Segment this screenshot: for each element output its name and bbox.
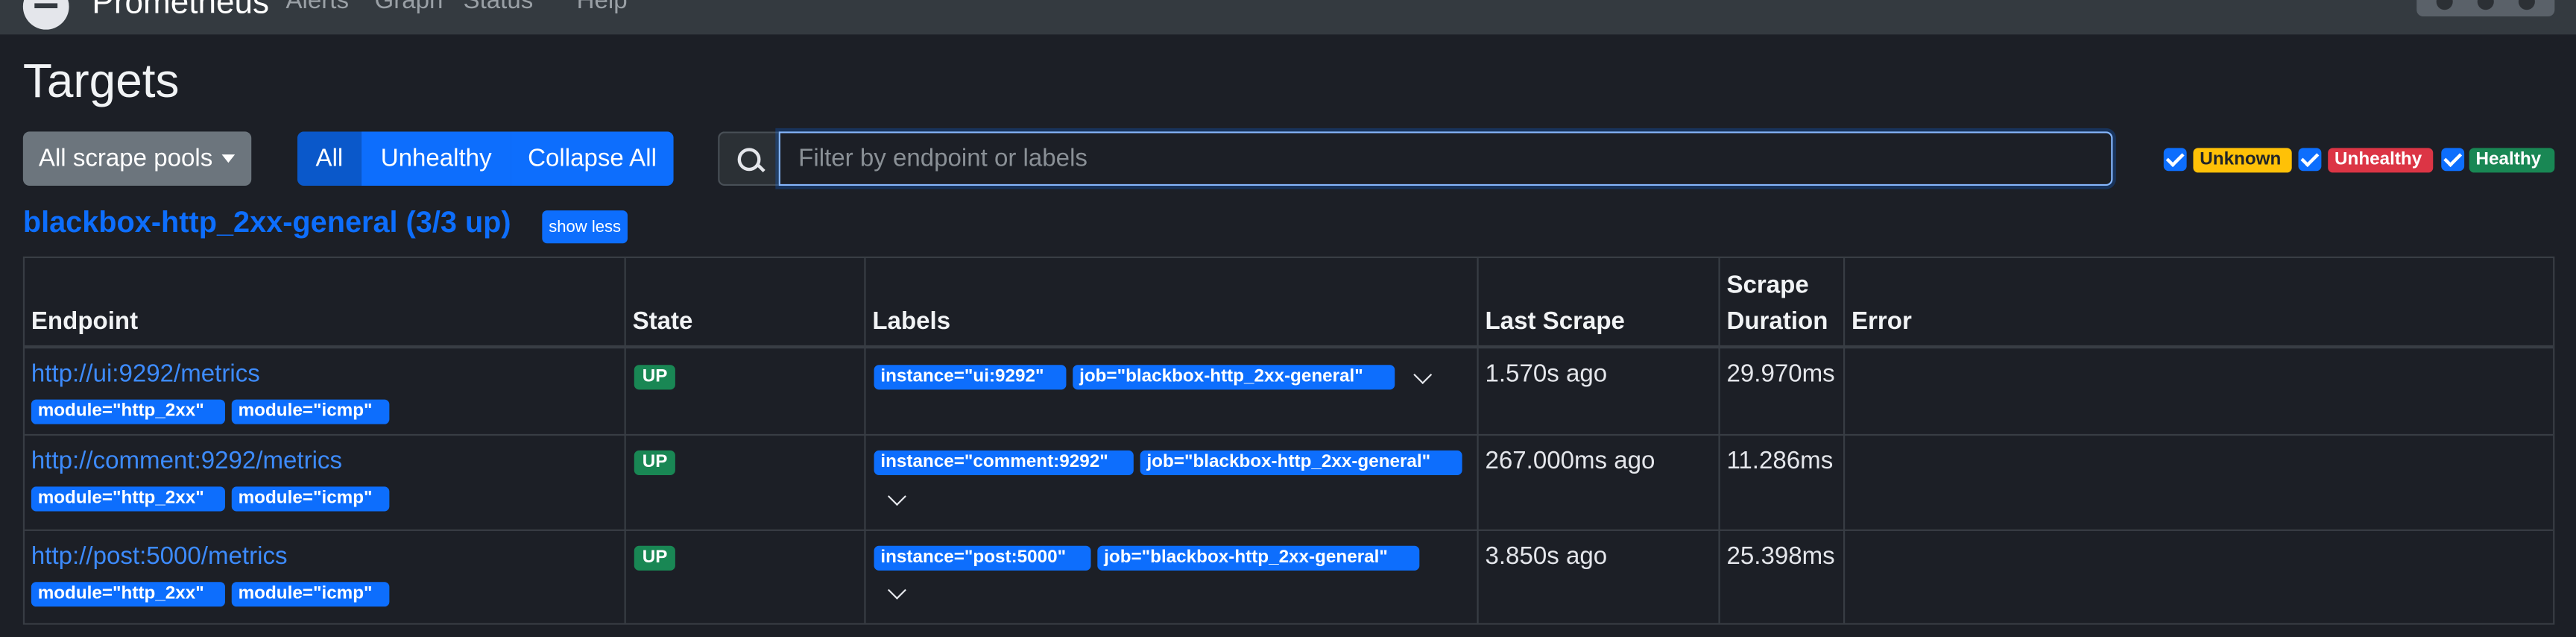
label-badge: job="blackbox-http_2xx-general": [1097, 545, 1420, 571]
param-badge: module="icmp": [231, 582, 390, 607]
healthy-badge: Healthy: [2469, 148, 2555, 173]
header-error: Error: [1852, 307, 1912, 336]
filter-all-button[interactable]: All: [297, 131, 362, 186]
scrape-pools-dropdown[interactable]: All scrape pools: [22, 131, 252, 186]
param-badge: module="http_2xx": [31, 582, 225, 607]
dark-theme-icon[interactable]: [2477, 0, 2494, 10]
scrape-duration-value: 29.970ms: [1726, 360, 1835, 389]
state-badge: UP: [634, 365, 676, 390]
param-badge: module="icmp": [231, 399, 390, 424]
show-less-button[interactable]: show less: [542, 210, 628, 244]
search-button[interactable]: [718, 131, 779, 186]
label-badge: instance="post:5000": [874, 545, 1091, 571]
navbar: Prometheus Alerts Graph Status Help: [0, 0, 2576, 35]
healthy-checkbox[interactable]: [2441, 148, 2465, 172]
last-scrape-value: 267.000ms ago: [1485, 447, 1655, 475]
auto-theme-icon[interactable]: [2518, 0, 2535, 10]
scrape-duration-value: 25.398ms: [1726, 542, 1835, 571]
header-state: State: [632, 307, 693, 336]
filter-unhealthy-button[interactable]: Unhealthy: [361, 131, 511, 186]
search-icon: [737, 148, 761, 172]
param-badge: module="http_2xx": [31, 399, 225, 424]
nav-alerts[interactable]: Alerts: [286, 0, 350, 15]
nav-graph[interactable]: Graph: [375, 0, 443, 15]
endpoint-link[interactable]: http://ui:9292/metrics: [31, 360, 260, 388]
nav-help[interactable]: Help: [577, 0, 628, 15]
label-badge: instance="comment:9292": [874, 450, 1134, 475]
param-badge: module="http_2xx": [31, 486, 225, 512]
page-title: Targets: [22, 55, 180, 109]
label-badge: job="blackbox-http_2xx-general": [1073, 365, 1395, 390]
chevron-down-icon[interactable]: [1413, 365, 1433, 384]
unknown-checkbox[interactable]: [2163, 148, 2187, 172]
scrape-pool-title-link[interactable]: blackbox-http_2xx-general (3/3 up): [23, 206, 511, 240]
header-scrape-duration-line1: Scrape: [1726, 271, 1809, 300]
endpoint-link[interactable]: http://post:5000/metrics: [31, 542, 288, 570]
param-badge: module="icmp": [231, 486, 390, 512]
caret-down-icon: [222, 154, 236, 163]
light-theme-icon[interactable]: [2436, 0, 2453, 10]
nav-status[interactable]: Status: [464, 0, 534, 15]
endpoint-link[interactable]: http://comment:9292/metrics: [31, 448, 342, 475]
scrape-pools-label: All scrape pools: [38, 144, 213, 173]
prometheus-logo-icon[interactable]: [22, 0, 69, 30]
state-badge: UP: [634, 450, 676, 475]
chevron-down-icon[interactable]: [887, 580, 906, 600]
theme-toggle-group[interactable]: [2416, 0, 2555, 17]
header-last-scrape: Last Scrape: [1485, 307, 1625, 336]
unhealthy-checkbox[interactable]: [2298, 148, 2322, 172]
unhealthy-badge: Unhealthy: [2328, 148, 2434, 173]
label-badge: instance="ui:9292": [874, 365, 1067, 390]
last-scrape-value: 1.570s ago: [1485, 360, 1608, 389]
unknown-badge: Unknown: [2193, 148, 2292, 173]
scrape-duration-value: 11.286ms: [1726, 447, 1834, 475]
target-filter-group: All Unhealthy Collapse All: [297, 131, 674, 186]
header-scrape-duration-line2: Duration: [1726, 307, 1828, 336]
header-labels: Labels: [872, 307, 951, 336]
targets-table: Endpoint State Labels Last Scrape Scrape…: [22, 256, 2555, 625]
brand-link[interactable]: Prometheus: [92, 0, 269, 23]
search-input[interactable]: [778, 131, 2113, 186]
chevron-down-icon[interactable]: [887, 487, 906, 506]
header-endpoint: Endpoint: [31, 307, 139, 336]
last-scrape-value: 3.850s ago: [1485, 542, 1608, 571]
state-badge: UP: [634, 545, 676, 571]
collapse-all-button[interactable]: Collapse All: [511, 131, 674, 186]
label-badge: job="blackbox-http_2xx-general": [1140, 450, 1462, 475]
